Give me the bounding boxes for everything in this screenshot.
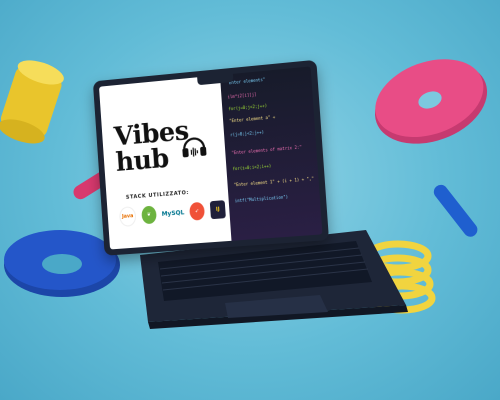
swift-icon: ➶ (189, 201, 206, 221)
code-line: for(j=0;j<2;j++) (228, 102, 268, 112)
code-line: intf("Multiplication") (234, 194, 289, 204)
intellij-icon: IJ (209, 200, 226, 220)
tech-stack: Java ❦ MySQL ➶ IJ (118, 197, 226, 229)
scene: Vibes hub STACK UTILIZZATO: Java ❦ MySQL… (0, 0, 500, 400)
code-line: ilm*i2[i][j] (227, 91, 257, 100)
java-icon: Java (118, 206, 137, 227)
pink-ring (374, 59, 488, 144)
stack-label: STACK UTILIZZATO: (125, 189, 190, 201)
code-line: for(i=0;i<2;i++) (232, 163, 272, 172)
spring-icon: ❦ (141, 205, 157, 225)
code-line: r(j=0;j<2;j++) (230, 129, 265, 138)
headphones-icon (183, 137, 207, 159)
code-line: "Enter elements of matrix 2:" (231, 144, 303, 156)
blue-ring (4, 230, 120, 297)
branding-panel: Vibes hub STACK UTILIZZATO: Java ❦ MySQL… (98, 75, 232, 250)
screen-display: Vibes hub STACK UTILIZZATO: Java ❦ MySQL… (98, 66, 323, 250)
code-panel: "Enter elements" ilm*i2[i][j] for(j=0;j<… (220, 66, 323, 241)
mysql-icon: MySQL (161, 208, 185, 218)
yellow-cylinder (0, 60, 64, 144)
code-line: "Enter element a" + (229, 114, 276, 124)
blue-stick (433, 184, 478, 237)
laptop-screen: Vibes hub STACK UTILIZZATO: Java ❦ MySQL… (92, 59, 330, 256)
code-line: "Enter element 1" + (i + 1) + "," (233, 175, 315, 188)
